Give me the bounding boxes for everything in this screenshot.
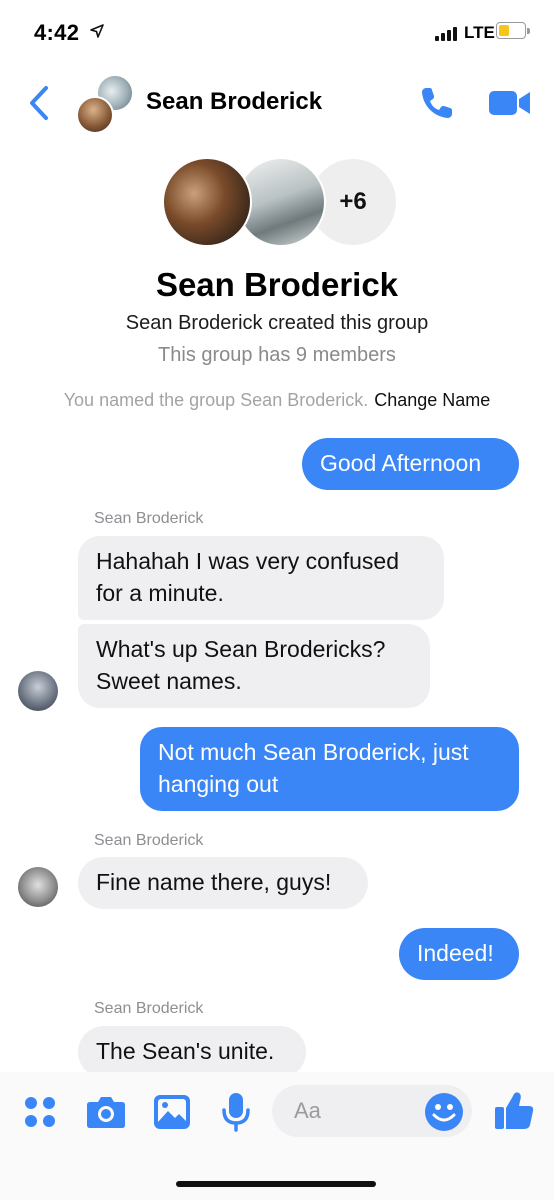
group-avatars[interactable]: +6 (162, 157, 398, 247)
camera-icon[interactable] (84, 1090, 128, 1134)
sender-avatar[interactable] (18, 671, 58, 711)
member-avatar (162, 157, 252, 247)
message-sender-name: Sean Broderick (94, 1000, 204, 1017)
emoji-icon[interactable] (424, 1092, 464, 1132)
message-bubble-incoming[interactable]: The Sean's unite. (78, 1026, 306, 1078)
thumbs-up-icon[interactable] (492, 1088, 536, 1132)
phone-icon[interactable] (418, 84, 458, 122)
change-name-link[interactable]: Change Name (374, 390, 490, 410)
message-sender-name: Sean Broderick (94, 510, 204, 527)
member-avatar (76, 96, 114, 134)
message-sender-name: Sean Broderick (94, 832, 204, 849)
signal-icon (435, 27, 457, 41)
message-bubble-outgoing[interactable]: Not much Sean Broderick, just hanging ou… (140, 727, 519, 811)
status-time: 4:42 (34, 20, 80, 45)
message-bubble-outgoing[interactable]: Indeed! (399, 928, 519, 980)
video-camera-icon[interactable] (488, 88, 532, 118)
message-bubble-incoming[interactable]: What's up Sean Brodericks? Sweet names. (78, 624, 430, 708)
group-created-text: Sean Broderick created this group (125, 312, 429, 334)
home-indicator (176, 1181, 376, 1187)
header-group-avatar[interactable] (74, 74, 134, 134)
message-bubble-incoming[interactable]: Fine name there, guys! (78, 857, 368, 909)
message-bubble-incoming[interactable]: Hahahah I was very confused for a minute… (78, 536, 444, 620)
back-chevron-icon[interactable] (22, 84, 58, 122)
network-label: LTE (464, 23, 495, 42)
group-name: Sean Broderick (155, 266, 399, 303)
sender-avatar[interactable] (18, 867, 58, 907)
header-title[interactable]: Sean Broderick (146, 88, 322, 116)
microphone-icon[interactable] (214, 1090, 258, 1134)
battery-icon (496, 22, 530, 39)
gallery-icon[interactable] (150, 1090, 194, 1134)
apps-grid-icon[interactable] (18, 1090, 62, 1134)
message-bubble-outgoing[interactable]: Good Afternoon (302, 438, 519, 490)
location-arrow-icon (90, 24, 104, 38)
group-named-text: You named the group Sean Broderick. (63, 390, 369, 410)
group-named-row: You named the group Sean Broderick. Chang… (0, 390, 554, 411)
group-members-text: This group has 9 members (158, 344, 396, 366)
